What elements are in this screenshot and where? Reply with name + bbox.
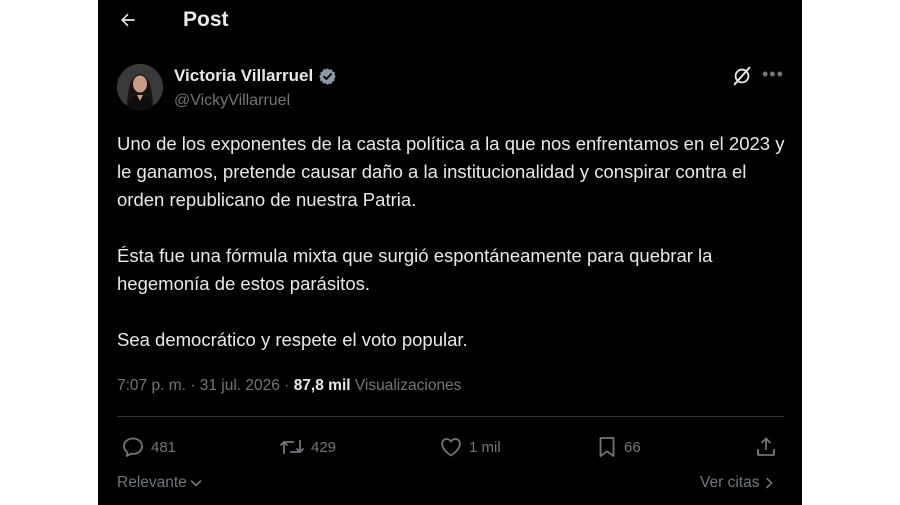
tweet-meta: 7:07 p. m. · 31 jul. 2026 · 87,8 mil Vis… [117, 375, 461, 397]
share-button[interactable] [754, 432, 778, 462]
chevron-down-icon [190, 480, 202, 487]
tweet-time[interactable]: 7:07 p. m. [117, 377, 186, 394]
author-name[interactable]: Victoria Villarruel [174, 66, 337, 86]
meta-separator: · [190, 377, 196, 394]
like-button[interactable]: 1 mil [439, 432, 501, 462]
back-button[interactable] [114, 6, 142, 34]
author-handle[interactable]: @VickyVillarruel [174, 91, 290, 111]
grok-icon [733, 66, 751, 86]
views-label: Visualizaciones [354, 377, 462, 394]
views-count[interactable]: 87,8 mil [294, 377, 351, 394]
quotes-label: Ver citas [700, 474, 760, 491]
sort-replies-dropdown[interactable]: Relevante [117, 473, 203, 493]
reply-button[interactable]: 481 [121, 432, 176, 462]
repost-count: 429 [311, 438, 337, 456]
page-title: Post [183, 8, 229, 31]
more-icon: ••• [762, 64, 784, 84]
avatar[interactable] [117, 64, 163, 110]
reply-count: 481 [151, 438, 177, 456]
divider [117, 416, 784, 417]
like-count: 1 mil [469, 438, 501, 456]
meta-separator: · [284, 377, 290, 394]
post-panel: Post Victoria Villarruel @VickyVillarrue… [98, 0, 802, 505]
tweet-text: Uno de los exponentes de la casta políti… [117, 130, 787, 354]
verified-badge-icon [319, 67, 337, 85]
avatar-portrait [117, 64, 163, 110]
tweet-date[interactable]: 31 jul. 2026 [200, 377, 280, 394]
arrow-left-icon [121, 13, 135, 27]
action-bar: 481 429 1 mil 66 [98, 432, 802, 462]
more-options-button[interactable]: ••• [762, 63, 786, 85]
tweet-paragraph: Uno de los exponentes de la casta políti… [117, 133, 785, 210]
post-header: Post [98, 0, 802, 40]
heart-icon [441, 438, 461, 457]
repost-icon [279, 440, 305, 454]
bookmark-icon [599, 437, 615, 457]
grok-button[interactable] [731, 65, 753, 87]
tweet-paragraph: Ésta fue una fórmula mixta que surgió es… [117, 245, 713, 294]
repost-button[interactable]: 429 [279, 432, 336, 462]
bookmark-button[interactable]: 66 [596, 432, 641, 462]
share-icon [757, 437, 775, 456]
bookmark-count: 66 [624, 438, 641, 456]
tweet-paragraph: Sea democrático y respete el voto popula… [117, 329, 468, 350]
chevron-right-icon [766, 477, 773, 489]
reply-icon [123, 437, 143, 457]
author-name-text: Victoria Villarruel [174, 66, 314, 85]
sort-label: Relevante [117, 474, 187, 491]
view-quotes-link[interactable]: Ver citas [700, 473, 775, 493]
